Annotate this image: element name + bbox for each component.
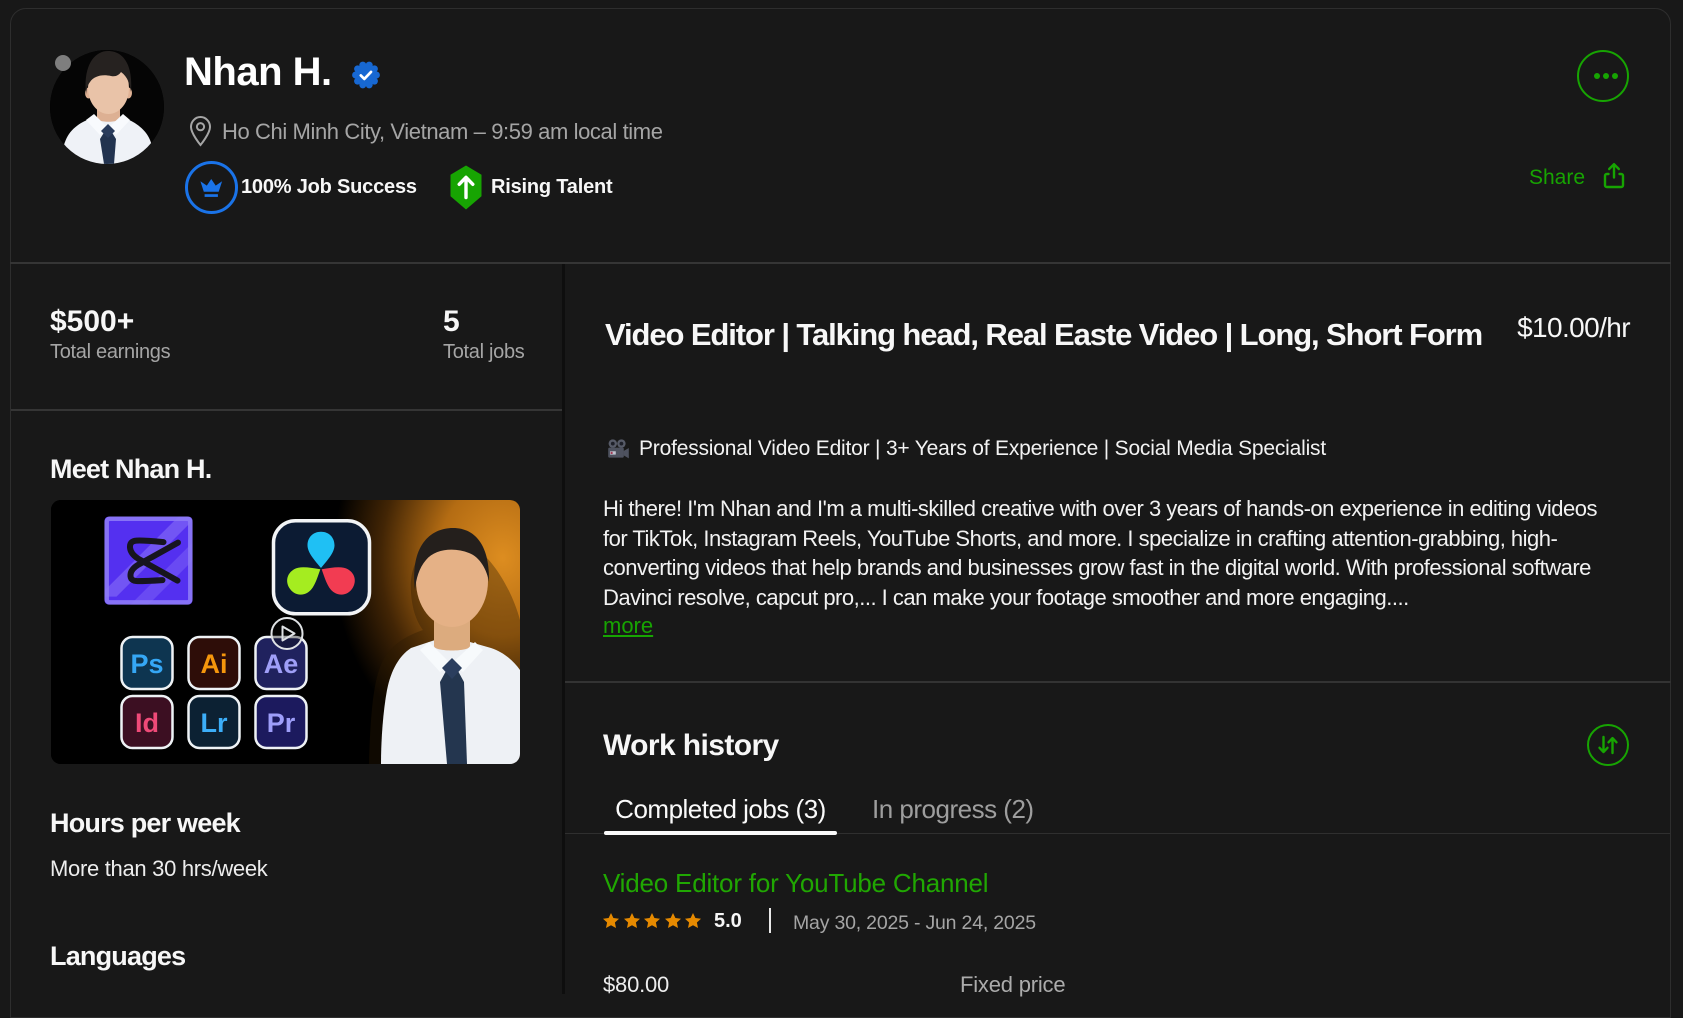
svg-text:Ae: Ae [264,649,299,679]
svg-text:Id: Id [135,708,159,738]
svg-text:Ps: Ps [130,649,163,679]
svg-text:Ai: Ai [201,649,228,679]
svg-text:Lr: Lr [201,708,228,738]
svg-text:Pr: Pr [267,708,296,738]
